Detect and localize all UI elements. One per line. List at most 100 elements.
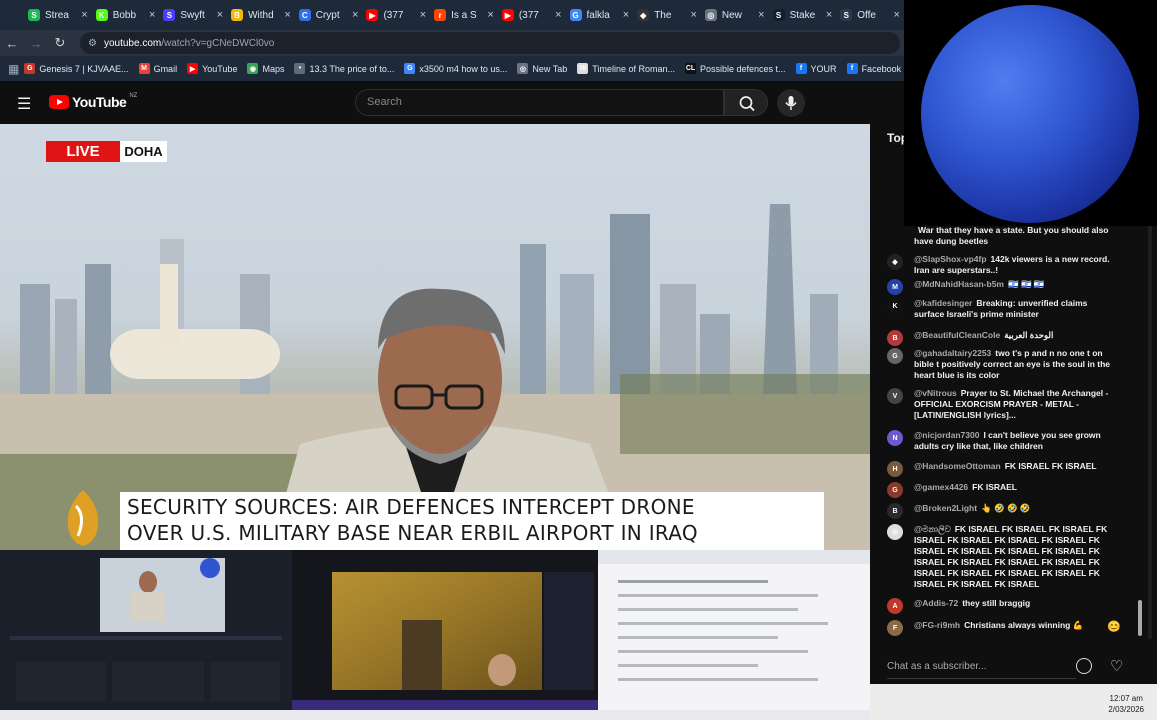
avatar[interactable]: ◆	[887, 254, 903, 270]
browser-tab[interactable]: ◎ New ×	[701, 2, 769, 28]
browser-tab[interactable]: C Crypt ×	[295, 2, 363, 28]
video-player[interactable]: LIVE DOHA SECURITY SOURCES: AIR DEFENCES…	[0, 124, 870, 550]
bookmark-item[interactable]: ▶ YouTube	[182, 63, 242, 74]
chat-author[interactable]: @gahadaltairy2253	[914, 348, 991, 358]
menu-hamburger-icon[interactable]: ☰	[17, 94, 31, 114]
voice-search-button[interactable]	[777, 89, 805, 117]
location-label: DOHA	[120, 141, 167, 162]
avatar[interactable]: H	[887, 461, 903, 477]
address-bar[interactable]: ⚙ youtube.com/watch?v=gCNeDWCl0vo	[80, 32, 900, 54]
spreadsheet-preview-image	[598, 550, 870, 681]
browser-tab[interactable]: B Withd ×	[227, 2, 295, 28]
avatar[interactable]: K	[887, 298, 903, 314]
close-tab-icon[interactable]: ×	[690, 9, 696, 21]
avatar[interactable]: F	[887, 620, 903, 636]
chat-author[interactable]: @Broken2Light	[914, 503, 977, 513]
close-tab-icon[interactable]: ×	[284, 9, 290, 21]
close-tab-icon[interactable]: ×	[555, 9, 561, 21]
chat-author[interactable]: @මනාලිව	[914, 524, 951, 534]
bookmark-label: Timeline of Roman...	[592, 63, 675, 74]
chat-author[interactable]: @nicjordan7300	[914, 430, 979, 440]
chat-message-body: War that they have a state. But you shou…	[914, 225, 1119, 247]
browser-tab[interactable]: S Offe ×	[836, 2, 904, 28]
browser-tab[interactable]: Gfalkla ×	[566, 2, 634, 28]
chat-author[interactable]: @kafidesinger	[914, 298, 972, 308]
avatar[interactable]: ◎	[887, 524, 903, 540]
browser-tab[interactable]: S Strea ×	[24, 2, 92, 28]
heart-icon[interactable]: ♡	[1110, 657, 1123, 675]
chat-author[interactable]: @BeautifulCleanCole	[914, 330, 1000, 340]
browser-tab[interactable]: ▶ (377 ×	[362, 2, 430, 28]
browser-tab[interactable]: r Is a S ×	[430, 2, 498, 28]
close-tab-icon[interactable]: ×	[217, 9, 223, 21]
chat-author[interactable]: @gamex4426	[914, 482, 968, 492]
close-tab-icon[interactable]: ×	[149, 9, 155, 21]
browser-tab[interactable]: S Stake ×	[769, 2, 837, 28]
search-input[interactable]: Search	[355, 89, 724, 116]
bookmark-item[interactable]: CL Possible defences t...	[680, 63, 791, 74]
youtube-masthead: ☰ YouTube NZ Search	[0, 81, 904, 124]
youtube-logo[interactable]: YouTube NZ	[49, 93, 137, 110]
avatar[interactable]: A	[887, 598, 903, 614]
chat-author[interactable]: @Addis-72	[914, 598, 958, 608]
avatar[interactable]: M	[887, 279, 903, 295]
bookmark-item[interactable]: Gx3500 m4 how to us...	[399, 63, 512, 74]
obs-preview-image	[10, 558, 282, 702]
neptune-planet-image	[921, 5, 1139, 223]
chat-scrollbar-track[interactable]	[1148, 224, 1152, 639]
chat-author[interactable]: @MdNahidHasan-b5m	[914, 279, 1004, 289]
chat-author[interactable]: @FG-ri9mh	[914, 620, 960, 630]
back-arrow-icon[interactable]: ←	[0, 36, 24, 51]
browser-tab[interactable]: K Bobb ×	[92, 2, 160, 28]
chat-message-body: @vNitrous Prayer to St. Michael the Archa…	[914, 388, 1119, 421]
close-tab-icon[interactable]: ×	[623, 9, 629, 21]
close-tab-icon[interactable]: ×	[81, 9, 87, 21]
system-clock[interactable]: 12:07 am 2/03/2026	[1108, 693, 1144, 715]
avatar[interactable]: V	[887, 388, 903, 404]
maps-icon: ◉	[247, 63, 259, 74]
avatar[interactable]: N	[887, 430, 903, 446]
stake-icon: S	[772, 9, 785, 21]
bottom-strip	[0, 710, 870, 720]
chat-author[interactable]: @vNitrous	[914, 388, 957, 398]
browser-tab[interactable]: ◆ The ×	[633, 2, 701, 28]
close-tab-icon[interactable]: ×	[352, 9, 358, 21]
bookmark-item[interactable]: f YOUR	[791, 63, 842, 74]
youtube-icon: ▶	[501, 9, 514, 21]
bookmark-item[interactable]: ◎ New Tab	[512, 63, 572, 74]
browser-tab-title: Withd	[248, 9, 274, 21]
browser-tab[interactable]: ▶ (377 ×	[498, 2, 566, 28]
search-button[interactable]	[724, 89, 768, 116]
browser-tab[interactable]: S Swyft ×	[159, 2, 227, 28]
window-preview-stream[interactable]	[292, 550, 598, 710]
bookmark-item[interactable]: G Genesis 7 | KJVAAE...	[19, 63, 133, 74]
close-tab-icon[interactable]: ×	[826, 9, 832, 21]
avatar[interactable]: G	[887, 482, 903, 498]
bookmark-item[interactable]: W Timeline of Roman...	[572, 63, 680, 74]
forward-arrow-icon[interactable]: →	[24, 36, 48, 51]
bookmark-label: YOUR	[810, 63, 837, 74]
youtube-icon: ▶	[187, 63, 199, 74]
close-tab-icon[interactable]: ×	[420, 9, 426, 21]
avatar[interactable]: B	[887, 503, 903, 519]
chat-author[interactable]: @SlapShox-vp4fp	[914, 254, 987, 264]
chat-input[interactable]: Chat as a subscriber...	[887, 654, 1076, 679]
apps-grid-icon[interactable]: ▦	[8, 62, 19, 76]
bookmark-item[interactable]: ◉ Maps	[242, 63, 289, 74]
close-tab-icon[interactable]: ×	[487, 9, 493, 21]
bookmark-item[interactable]: M Gmail	[134, 63, 183, 74]
avatar[interactable]: G	[887, 348, 903, 364]
emoji-picker-icon[interactable]	[1076, 658, 1092, 674]
close-tab-icon[interactable]: ×	[758, 9, 764, 21]
chat-text: 🇮🇱 🇮🇱 🇮🇱	[1008, 279, 1045, 289]
window-preview-obs[interactable]	[0, 550, 292, 710]
window-preview-spreadsheet[interactable]	[598, 550, 870, 710]
chat-scrollbar-thumb[interactable]	[1138, 600, 1142, 636]
close-tab-icon[interactable]: ×	[894, 9, 900, 21]
bookmark-item[interactable]: • 13.3 The price of to...	[289, 63, 399, 74]
chat-author[interactable]: @HandsomeOttoman	[914, 461, 1001, 471]
site-info-icon[interactable]: ⚙	[88, 38, 97, 49]
avatar[interactable]: B	[887, 330, 903, 346]
search-icon	[739, 96, 755, 112]
reload-icon[interactable]: ↻	[48, 35, 72, 51]
